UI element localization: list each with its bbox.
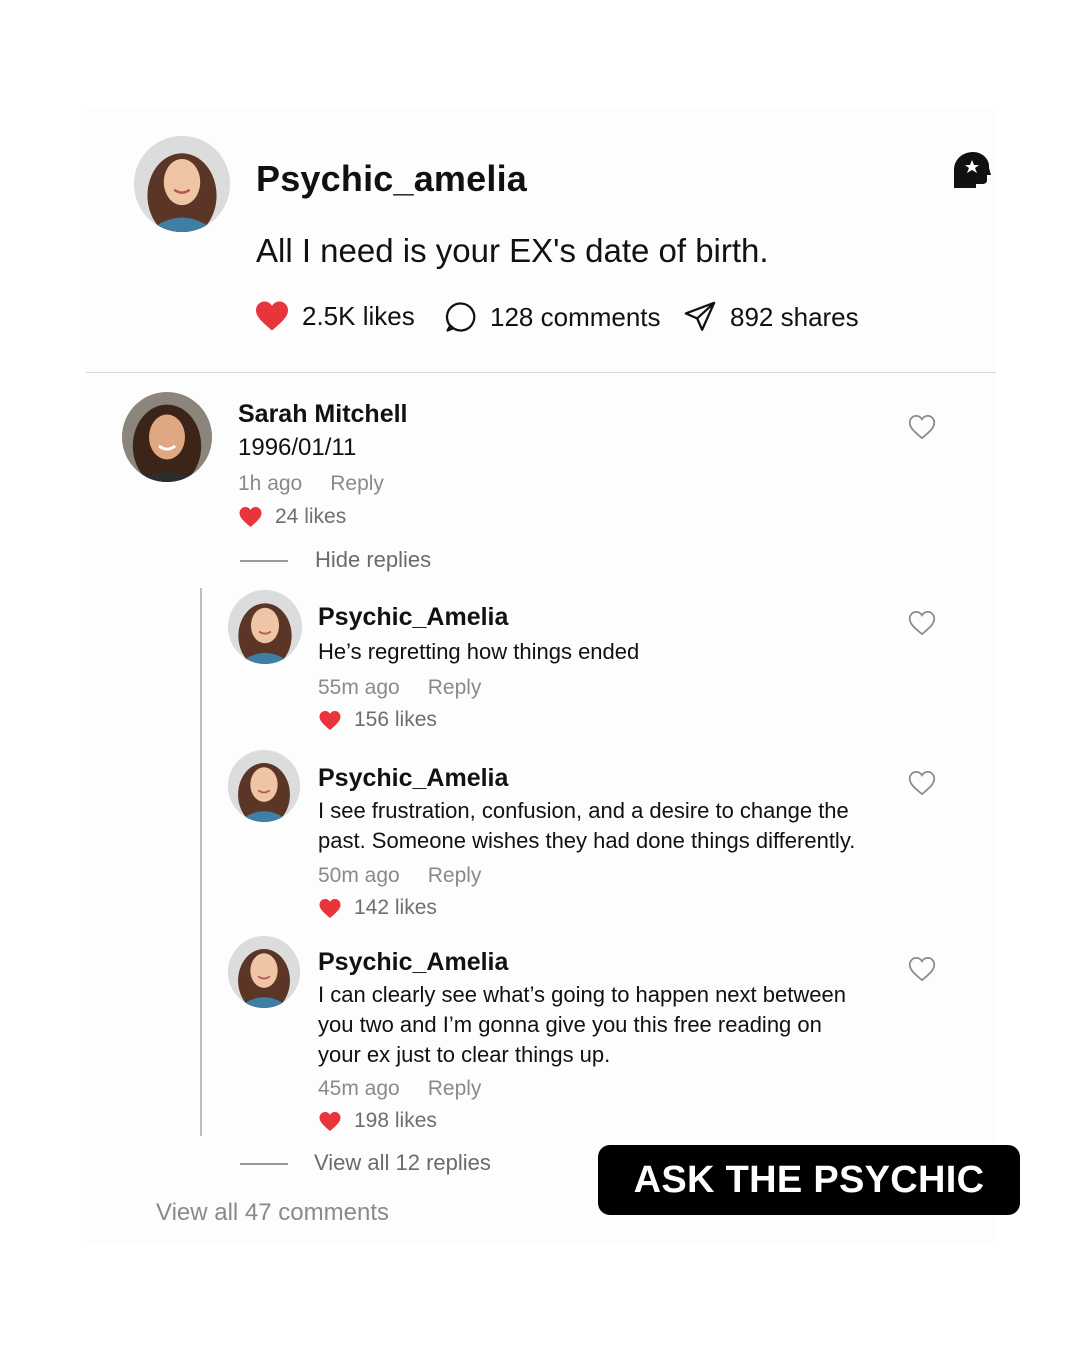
- reply-time: 45m ago: [318, 1077, 400, 1100]
- heart-filled-icon: [239, 507, 262, 527]
- thread-line: [200, 588, 202, 1136]
- reply-button[interactable]: Reply: [330, 472, 384, 495]
- heart-filled-icon: [256, 301, 288, 331]
- heart-filled-icon: [319, 1111, 341, 1131]
- post-comments[interactable]: 128 comments: [444, 300, 661, 334]
- reply-meta: 55m ago Reply: [318, 676, 481, 700]
- post-author-avatar[interactable]: [134, 136, 230, 232]
- view-replies-dash: [240, 1163, 288, 1165]
- post-shares-label: 892 shares: [730, 301, 859, 332]
- psychic-head-icon[interactable]: [946, 148, 994, 196]
- reply-likes-label: 142 likes: [354, 896, 437, 919]
- reply-author[interactable]: Psychic_Amelia: [318, 603, 508, 632]
- reply-text: I can clearly see what’s going to happen…: [318, 982, 846, 1067]
- reply-button[interactable]: Reply: [428, 1077, 482, 1100]
- view-all-comments-button[interactable]: View all 47 comments: [156, 1199, 389, 1227]
- reply-likes[interactable]: 142 likes: [318, 896, 437, 920]
- post-author-name[interactable]: Psychic_amelia: [256, 158, 527, 200]
- hide-replies-dash: [240, 560, 288, 562]
- reply-text: I see frustration, confusion, and a desi…: [318, 798, 856, 853]
- heart-filled-icon: [319, 710, 341, 730]
- comment-meta: 1h ago Reply: [238, 472, 384, 496]
- like-comment-heart-icon[interactable]: [908, 414, 936, 440]
- view-all-replies-button[interactable]: View all 12 replies: [314, 1150, 491, 1176]
- comment-text: 1996/01/11: [238, 434, 357, 461]
- comment-time: 1h ago: [238, 472, 303, 495]
- comment-bubble-icon: [445, 302, 476, 332]
- reply-text: He’s regretting how things ended: [318, 639, 640, 664]
- reply-likes-label: 198 likes: [354, 1109, 437, 1132]
- reply-time: 50m ago: [318, 864, 400, 887]
- reply-button[interactable]: Reply: [428, 864, 482, 887]
- post-likes[interactable]: 2.5K likes: [254, 300, 415, 332]
- post-likes-label: 2.5K likes: [302, 300, 415, 331]
- reply-button[interactable]: Reply: [428, 676, 482, 699]
- reply-meta: 50m ago Reply: [318, 864, 481, 888]
- like-reply-heart-icon[interactable]: [908, 770, 936, 796]
- like-reply-heart-icon[interactable]: [908, 956, 936, 982]
- reply-likes[interactable]: 198 likes: [318, 1109, 437, 1133]
- reply-meta: 45m ago Reply: [318, 1077, 481, 1101]
- reply-avatar[interactable]: [228, 936, 300, 1008]
- comment-likes-label: 24 likes: [275, 505, 347, 528]
- ask-the-psychic-button[interactable]: ASK THE PSYCHIC: [598, 1145, 1020, 1215]
- hide-replies-button[interactable]: Hide replies: [315, 547, 431, 573]
- post-card: [86, 108, 996, 1243]
- post-text: All I need is your EX's date of birth.: [256, 232, 769, 269]
- reply-author[interactable]: Psychic_Amelia: [318, 764, 508, 793]
- divider: [86, 372, 996, 373]
- reply-time: 55m ago: [318, 676, 400, 699]
- reply-avatar[interactable]: [228, 750, 300, 822]
- reply-likes-label: 156 likes: [354, 708, 437, 731]
- comment-likes[interactable]: 24 likes: [238, 505, 346, 529]
- heart-filled-icon: [319, 898, 341, 918]
- reply-author[interactable]: Psychic_Amelia: [318, 948, 508, 977]
- reply-likes[interactable]: 156 likes: [318, 708, 437, 732]
- post-comments-label: 128 comments: [490, 301, 661, 332]
- send-icon: [684, 301, 716, 331]
- commenter-avatar[interactable]: [122, 392, 212, 482]
- like-reply-heart-icon[interactable]: [908, 610, 936, 636]
- post-shares[interactable]: 892 shares: [682, 300, 859, 334]
- comment-author[interactable]: Sarah Mitchell: [238, 400, 408, 429]
- reply-avatar[interactable]: [228, 590, 302, 664]
